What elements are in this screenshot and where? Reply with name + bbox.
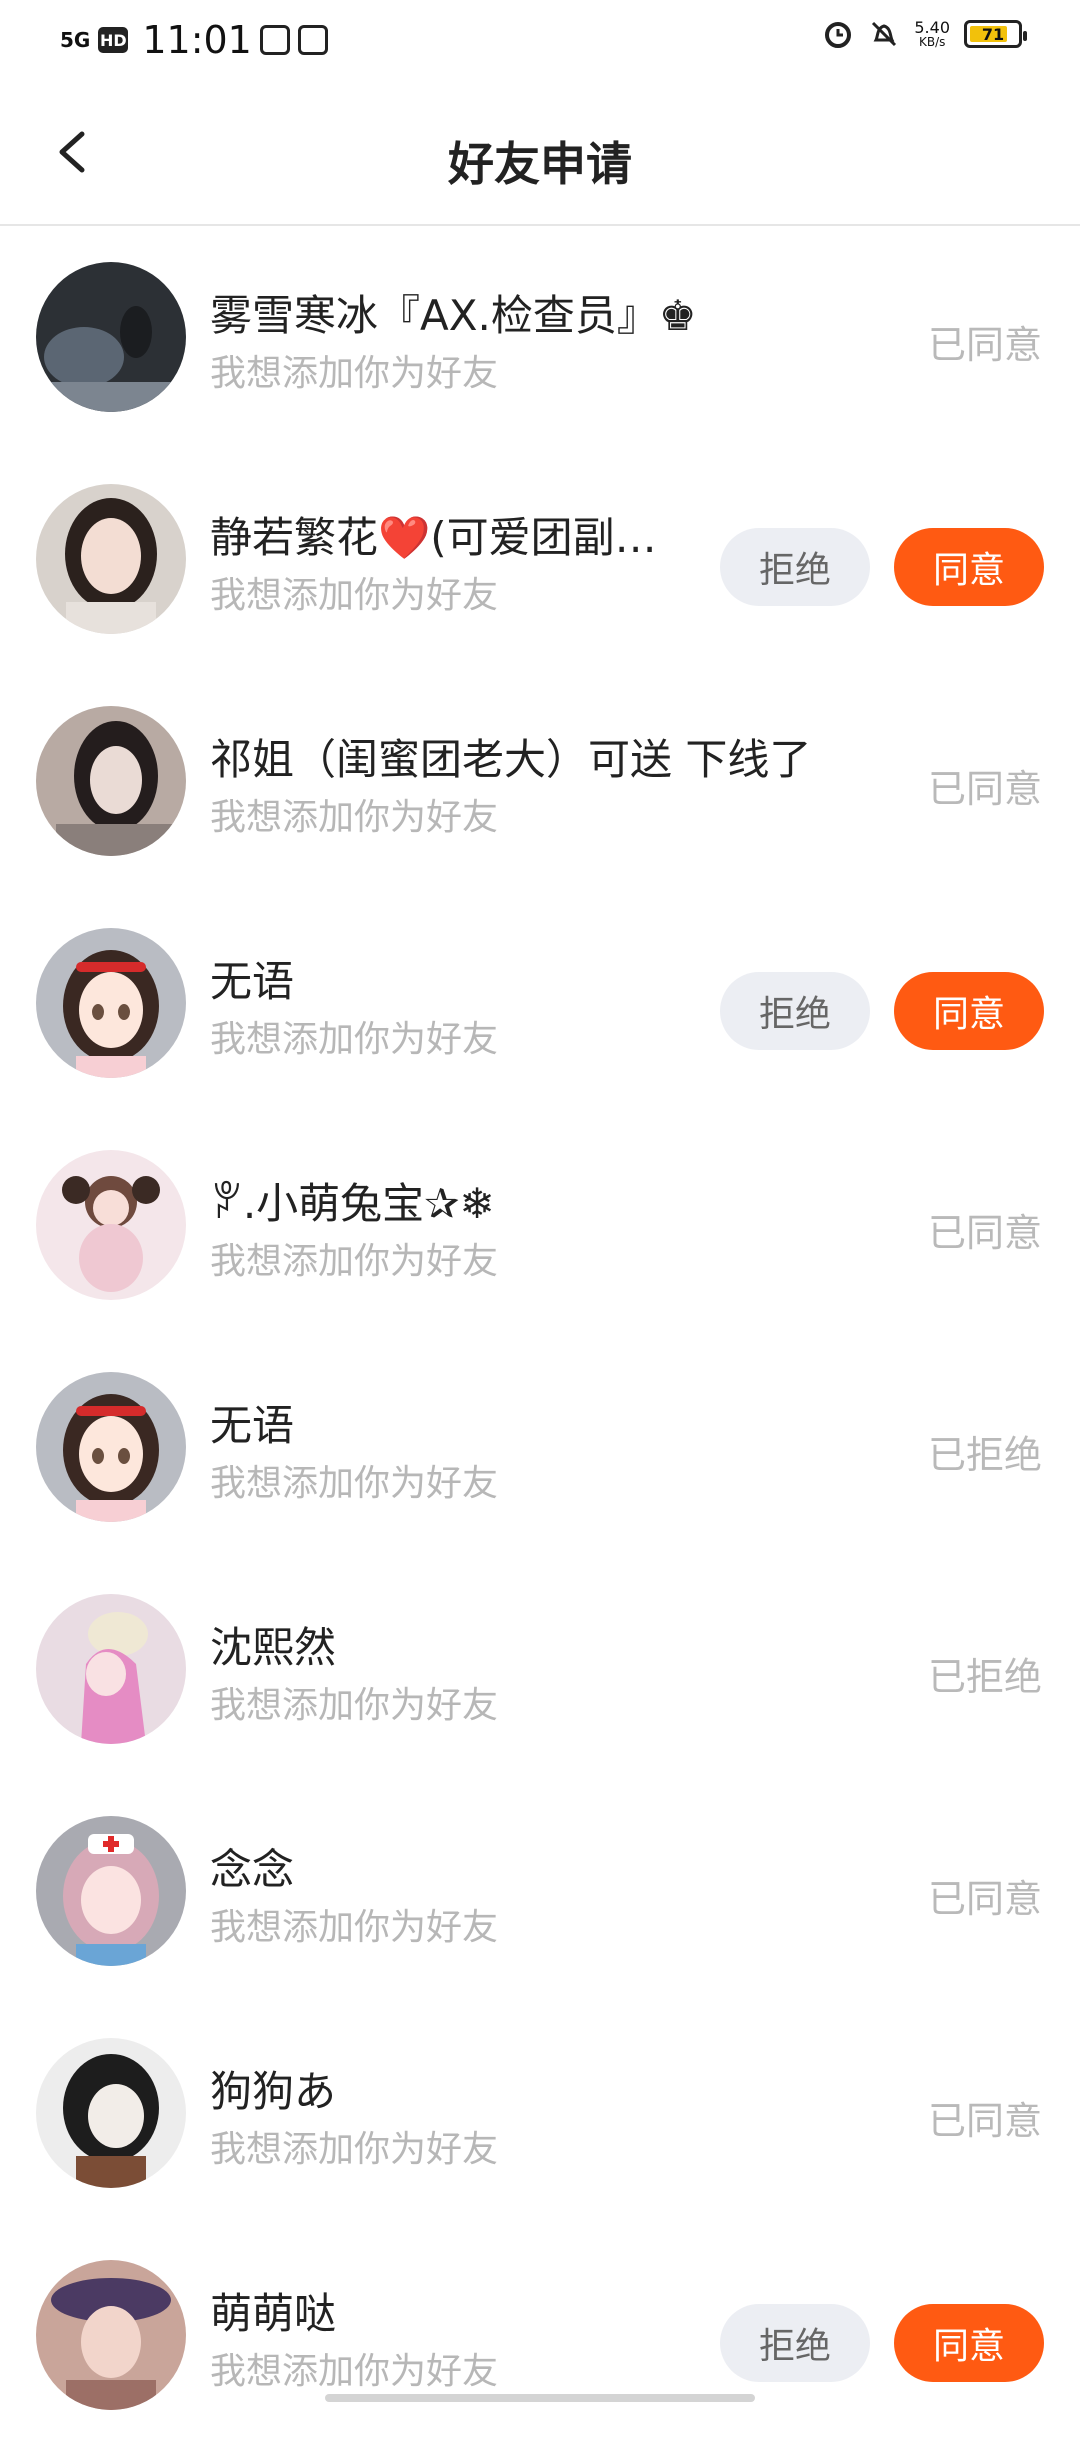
request-message: 我想添加你为好友 xyxy=(210,575,499,616)
clock-time: 11:01 xyxy=(142,18,252,62)
request-message: 我想添加你为好友 xyxy=(210,1019,499,1060)
reject-button[interactable]: 拒绝 xyxy=(720,528,870,606)
request-name: 无语 xyxy=(210,1401,295,1450)
friend-request-row[interactable]: 祁姐（闺蜜团老大）可送 下线了 我想添加你为好友 已同意 xyxy=(0,670,1080,892)
request-name: ꐕ.小萌兔宝✰❄ xyxy=(210,1179,495,1228)
request-message: 我想添加你为好友 xyxy=(210,2351,499,2392)
request-name: 无语 xyxy=(210,957,295,1006)
app-notification-icon xyxy=(297,25,328,55)
page-title: 好友申请 xyxy=(448,137,632,191)
friend-request-row[interactable]: 雾雪寒冰『AX.检查员』♚ 我想添加你为好友 已同意 xyxy=(0,226,1080,448)
avatar[interactable] xyxy=(36,1150,186,1300)
hd-icon: HD xyxy=(98,27,129,53)
friend-request-row[interactable]: 沈熙然 我想添加你为好友 已拒绝 xyxy=(0,1558,1080,1780)
mute-bell-icon xyxy=(872,21,897,47)
friend-request-row[interactable]: 静若繁花❤️(可爱团副… 我想添加你为好友 拒绝 同意 xyxy=(0,448,1080,670)
request-message: 我想添加你为好友 xyxy=(210,1463,499,1504)
avatar[interactable] xyxy=(36,1816,186,1966)
avatar[interactable] xyxy=(36,2038,186,2188)
request-status: 已拒绝 xyxy=(927,1433,1042,1477)
request-name: 狗狗あ xyxy=(210,2067,337,2116)
avatar[interactable] xyxy=(36,2260,186,2410)
request-status: 已同意 xyxy=(927,323,1042,367)
request-message: 我想添加你为好友 xyxy=(210,353,499,394)
request-name: 祁姐（闺蜜团老大）可送 下线了 xyxy=(210,735,812,784)
friend-request-row[interactable]: 无语 我想添加你为好友 已拒绝 xyxy=(0,1336,1080,1558)
request-status: 已同意 xyxy=(927,1211,1042,1255)
friend-request-row[interactable]: 念念 我想添加你为好友 已同意 xyxy=(0,1780,1080,2002)
network-speed: 5.40 KB/s xyxy=(914,18,950,49)
home-indicator[interactable] xyxy=(325,2394,755,2402)
friend-request-row[interactable]: ꐕ.小萌兔宝✰❄ 我想添加你为好友 已同意 xyxy=(0,1114,1080,1336)
alarm-icon xyxy=(825,22,852,48)
reject-button[interactable]: 拒绝 xyxy=(720,2304,870,2382)
request-message: 我想添加你为好友 xyxy=(210,1685,499,1726)
request-status: 已同意 xyxy=(927,767,1042,811)
request-message: 我想添加你为好友 xyxy=(210,2129,499,2170)
request-status: 已同意 xyxy=(927,1877,1042,1921)
friend-request-row[interactable]: 无语 我想添加你为好友 拒绝 同意 xyxy=(0,892,1080,1114)
accept-button[interactable]: 同意 xyxy=(894,2304,1044,2382)
request-status: 已同意 xyxy=(927,2099,1042,2143)
top-navigation-bar: 好友申请 xyxy=(0,82,1080,226)
avatar[interactable] xyxy=(36,1594,186,1744)
avatar[interactable] xyxy=(36,262,186,412)
status-bar-left: 5G HD 11:01 xyxy=(60,18,328,62)
avatar[interactable] xyxy=(36,484,186,634)
request-name: 萌萌哒 xyxy=(210,2289,337,2338)
friend-request-row[interactable]: 萌萌哒 我想添加你为好友 拒绝 同意 xyxy=(0,2224,1080,2446)
avatar[interactable] xyxy=(36,1372,186,1522)
request-name: 雾雪寒冰『AX.检查员』♚ xyxy=(210,291,697,340)
accept-button[interactable]: 同意 xyxy=(894,528,1044,606)
network-indicator: 5G xyxy=(60,28,91,52)
status-bar: 5G HD 11:01 5.40 KB/s 71 xyxy=(0,0,1080,82)
message-icon xyxy=(259,25,290,55)
avatar[interactable] xyxy=(36,928,186,1078)
request-message: 我想添加你为好友 xyxy=(210,1907,499,1948)
request-status: 已拒绝 xyxy=(927,1655,1042,1699)
friend-request-list: 雾雪寒冰『AX.检查员』♚ 我想添加你为好友 已同意 静若繁花❤️(可爱团副… … xyxy=(0,226,1080,2446)
request-name: 静若繁花❤️(可爱团副… xyxy=(210,513,657,562)
status-bar-right: 5.40 KB/s 71 xyxy=(822,18,1027,50)
friend-request-row[interactable]: 狗狗あ 我想添加你为好友 已同意 xyxy=(0,2002,1080,2224)
request-name: 沈熙然 xyxy=(210,1623,337,1672)
battery-icon: 71 xyxy=(964,20,1027,48)
avatar[interactable] xyxy=(36,706,186,856)
request-name: 念念 xyxy=(210,1845,295,1894)
request-message: 我想添加你为好友 xyxy=(210,1241,499,1282)
request-message: 我想添加你为好友 xyxy=(210,797,499,838)
battery-percent: 71 xyxy=(981,24,1005,44)
battery-cap xyxy=(1023,31,1027,41)
accept-button[interactable]: 同意 xyxy=(894,972,1044,1050)
reject-button[interactable]: 拒绝 xyxy=(720,972,870,1050)
